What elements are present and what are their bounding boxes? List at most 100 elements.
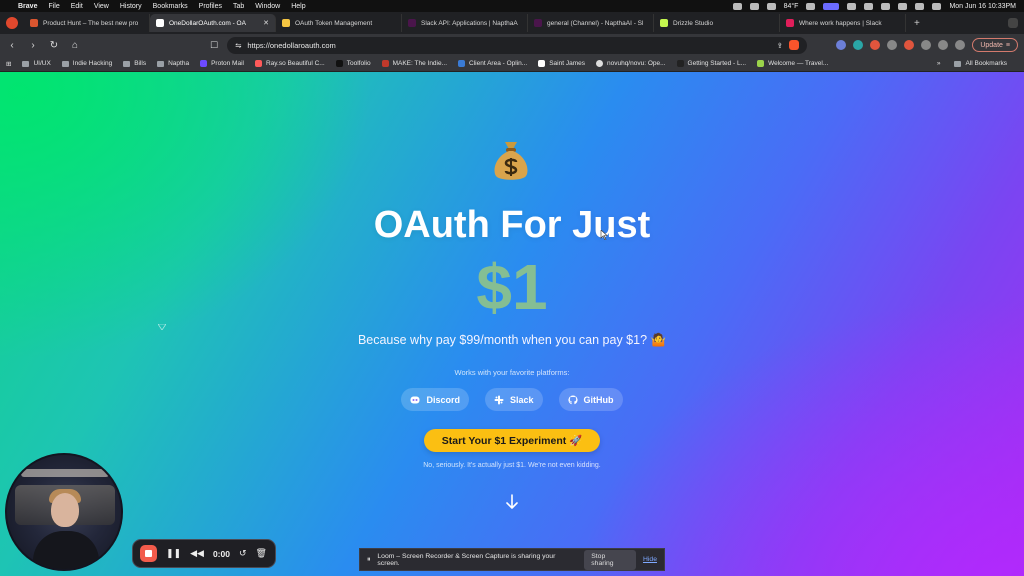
menu-app-name[interactable]: Brave xyxy=(18,3,37,10)
back-button[interactable]: ‹ xyxy=(6,40,18,51)
sharing-message: Loom – Screen Recorder & Screen Capture … xyxy=(377,552,556,567)
scroll-down-arrow-icon[interactable] xyxy=(505,494,519,510)
bookmark-proton[interactable]: Proton Mail xyxy=(200,60,244,67)
new-tab-button[interactable]: + xyxy=(914,18,920,29)
platform-discord: Discord xyxy=(401,388,469,411)
screen-sharing-banner: ⏸ Loom – Screen Recorder & Screen Captur… xyxy=(359,548,665,571)
bookmark-icon[interactable]: ☐ xyxy=(210,40,218,51)
control-center-icon[interactable] xyxy=(932,2,942,10)
tab-slack-home[interactable]: Where work happens | Slack xyxy=(780,14,906,32)
extension-icon-3[interactable] xyxy=(870,40,881,50)
hide-banner-link[interactable]: Hide xyxy=(643,556,657,563)
site-settings-icon[interactable]: ⇋ xyxy=(235,41,241,50)
menu-profiles[interactable]: Profiles xyxy=(199,3,222,10)
status-app-icon-2[interactable] xyxy=(864,2,874,10)
bookmark-folder-naptha[interactable]: Naptha xyxy=(157,60,189,67)
macos-menubar: Brave File Edit View History Bookmarks P… xyxy=(0,0,1024,12)
bookmark-label: MAKE: The Indie... xyxy=(392,60,448,67)
key-favicon xyxy=(282,19,290,27)
status-app-icon[interactable] xyxy=(749,2,759,10)
rayso-icon xyxy=(254,60,262,67)
stop-sharing-button[interactable]: Stop sharing xyxy=(584,549,637,570)
client-area-icon xyxy=(458,60,466,67)
screen-share-icon[interactable] xyxy=(823,2,840,10)
puzzle-icon[interactable] xyxy=(921,40,932,50)
home-button[interactable]: ⌂ xyxy=(69,40,81,51)
menu-icon: ≡ xyxy=(1005,41,1010,49)
menu-edit[interactable]: Edit xyxy=(71,3,83,10)
loom-camera-bubble[interactable] xyxy=(5,453,123,571)
menu-help[interactable]: Help xyxy=(291,3,305,10)
tab-slack-api[interactable]: Slack API: Applications | NapthaA xyxy=(402,14,528,32)
extension-icon-4[interactable] xyxy=(887,40,898,50)
weather-icon[interactable] xyxy=(766,2,776,10)
tab-title: OAuth Token Management xyxy=(295,19,373,27)
bookmark-make[interactable]: MAKE: The Indie... xyxy=(381,60,448,67)
forward-button[interactable]: › xyxy=(27,40,39,51)
bookmark-client-area[interactable]: Client Area - Oplin... xyxy=(458,60,527,67)
more-bookmarks-button[interactable]: » xyxy=(937,60,941,67)
share-icon[interactable]: ⇪ xyxy=(777,41,783,50)
tab-drizzle-studio[interactable]: Drizzle Studio xyxy=(654,14,780,32)
start-experiment-button[interactable]: Start Your $1 Experiment 🚀 xyxy=(424,429,600,452)
menu-tab[interactable]: Tab xyxy=(233,3,244,10)
bookmark-welcome-travel[interactable]: Welcome — Travel... xyxy=(757,60,828,67)
battery-icon[interactable] xyxy=(881,2,891,10)
menu-history[interactable]: History xyxy=(120,3,142,10)
rewind-icon[interactable]: ◀◀ xyxy=(190,548,204,559)
bookmark-folder-indie[interactable]: Indie Hacking xyxy=(61,60,112,67)
brave-menu-icon[interactable] xyxy=(6,17,18,29)
notion-icon[interactable] xyxy=(847,2,857,10)
platform-label: Discord xyxy=(426,394,460,405)
bookmark-saint-james[interactable]: Saint James xyxy=(538,60,585,67)
close-tab-icon[interactable]: ✕ xyxy=(263,19,269,27)
tab-product-hunt[interactable]: Product Hunt – The best new pro xyxy=(24,14,150,32)
url-text[interactable]: https://onedollaroauth.com xyxy=(247,41,770,50)
address-bar[interactable]: ⇋ https://onedollaroauth.com ⇪ xyxy=(227,36,808,54)
pause-icon[interactable]: ❚❚ xyxy=(166,548,181,559)
all-bookmarks-button[interactable]: All Bookmarks xyxy=(954,60,1007,67)
bookmark-rayso[interactable]: Ray.so Beautiful C... xyxy=(254,60,325,67)
search-icon[interactable] xyxy=(915,2,925,10)
drag-handle-icon[interactable]: ⏸ xyxy=(367,556,370,564)
menu-bookmarks[interactable]: Bookmarks xyxy=(153,3,188,10)
bookmark-novu[interactable]: novuhq/novu: Ope... xyxy=(595,60,666,67)
bookmark-label: Welcome — Travel... xyxy=(768,60,829,67)
apps-icon[interactable]: ⊞ xyxy=(6,60,11,68)
menu-view[interactable]: View xyxy=(94,3,109,10)
sidebar-icon[interactable] xyxy=(938,40,949,50)
wifi-icon[interactable] xyxy=(898,2,908,10)
bookmark-label: Saint James xyxy=(549,60,585,67)
tab-onedollaroauth[interactable]: OneDollarOAuth.com - OA ✕ xyxy=(150,14,276,32)
folder-icon xyxy=(954,60,962,67)
slack-favicon xyxy=(408,19,416,27)
tab-title: Slack API: Applications | NapthaA xyxy=(421,19,518,27)
extension-icon-5[interactable] xyxy=(904,40,915,50)
tab-search-icon[interactable] xyxy=(1008,18,1018,28)
temperature-readout[interactable]: 84°F xyxy=(784,3,799,10)
microphone-icon[interactable] xyxy=(732,2,742,10)
trash-icon[interactable]: 🗑 xyxy=(256,548,267,559)
clock[interactable]: Mon Jun 16 10:33PM xyxy=(949,3,1016,10)
getting-started-icon xyxy=(676,60,684,67)
extension-icon-1[interactable] xyxy=(836,40,847,50)
brave-shields-icon[interactable] xyxy=(789,40,800,50)
update-button[interactable]: Update ≡ xyxy=(972,38,1018,52)
bookmark-toolfolio[interactable]: Toolfolio xyxy=(335,60,371,67)
reload-button[interactable]: ↻ xyxy=(48,40,60,51)
bookmark-folder-bills[interactable]: Bills xyxy=(123,60,146,67)
menu-file[interactable]: File xyxy=(48,3,59,10)
record-status-icon[interactable] xyxy=(806,2,816,10)
restart-icon[interactable]: ↺ xyxy=(239,548,247,559)
tab-slack-general[interactable]: general (Channel) - NapthaAI - Sl xyxy=(528,14,654,32)
tab-oauth-token[interactable]: OAuth Token Management xyxy=(276,14,402,32)
menu-window[interactable]: Window xyxy=(255,3,280,10)
bookmark-folder-uiux[interactable]: UI/UX xyxy=(22,60,51,67)
extension-icon-2[interactable] xyxy=(853,40,864,50)
bookmark-getting-started[interactable]: Getting Started - L... xyxy=(676,60,746,67)
tab-title: general (Channel) - NapthaAI - Sl xyxy=(547,19,644,27)
travel-icon xyxy=(757,60,765,67)
loom-recording-controls: ❚❚ ◀◀ 0:00 ↺ 🗑 xyxy=(132,539,276,568)
stop-recording-button[interactable] xyxy=(140,545,157,562)
wallet-icon[interactable] xyxy=(955,40,966,50)
